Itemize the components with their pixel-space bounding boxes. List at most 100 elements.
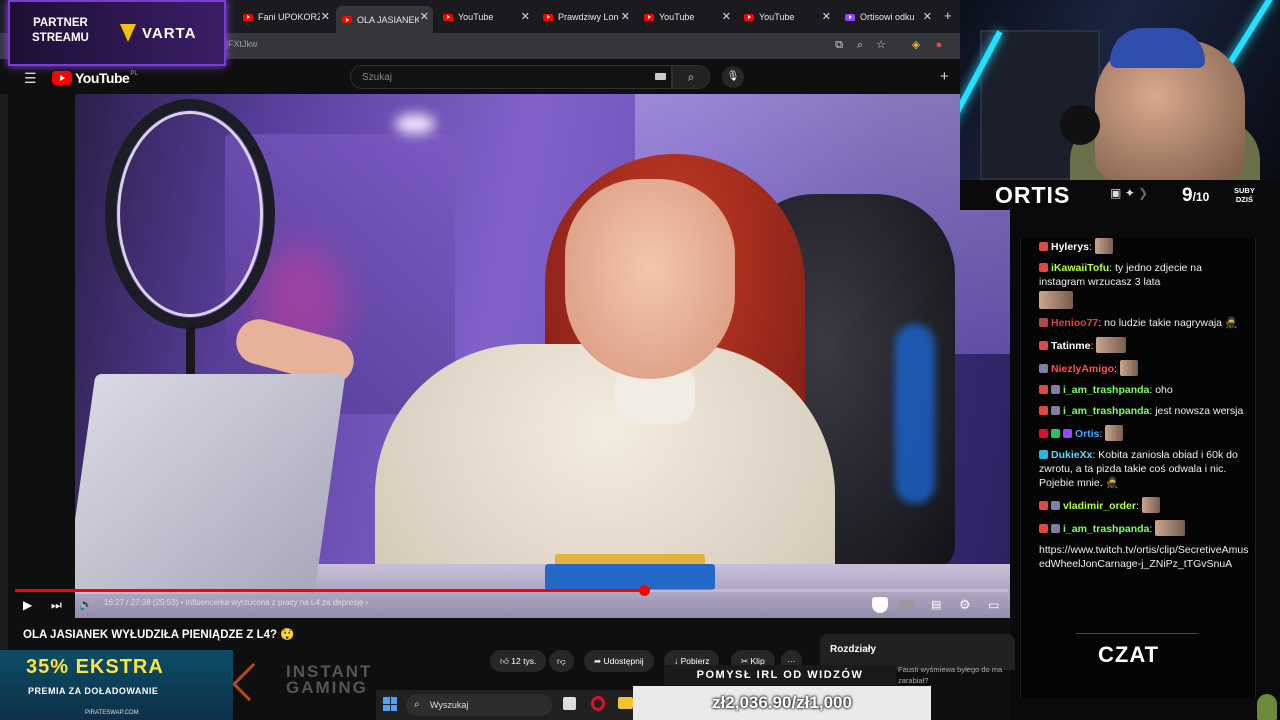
varta-v-icon bbox=[120, 24, 136, 42]
webcam-microphone bbox=[1060, 105, 1100, 145]
promo-banner: 35% EKSTRA PREMIA ZA DOŁADOWANIE PIRATES… bbox=[0, 650, 233, 720]
browser-tab[interactable]: Ortisowi odku ✕ bbox=[839, 6, 936, 28]
chat-emote-icon bbox=[1094, 238, 1113, 254]
zoom-icon[interactable]: ⌕ bbox=[852, 37, 868, 53]
video-face bbox=[565, 179, 735, 379]
chat-message: iKawaiiTofu: ty jedno zdjecie na instagr… bbox=[1039, 261, 1249, 309]
chapter-arrow-icon[interactable]: › bbox=[366, 598, 369, 607]
close-tab-icon[interactable]: ✕ bbox=[521, 10, 530, 23]
volume-icon[interactable]: 🔈 bbox=[79, 597, 93, 613]
twitch-icon bbox=[845, 13, 855, 21]
taskbar-search-label: Wyszukaj bbox=[430, 700, 469, 710]
chat-badge-icon bbox=[1051, 385, 1060, 394]
close-tab-icon[interactable]: ✕ bbox=[722, 10, 731, 23]
video-laptop bbox=[75, 374, 346, 594]
chat-message: i_am_trashpanda: oho bbox=[1039, 383, 1249, 397]
close-tab-icon[interactable]: ✕ bbox=[621, 10, 630, 23]
install-app-icon[interactable]: ⧉ bbox=[831, 37, 847, 53]
play-icon[interactable]: ▶ bbox=[23, 597, 32, 613]
varta-text: VARTA bbox=[142, 24, 197, 42]
opera-browser-icon[interactable] bbox=[591, 696, 605, 711]
new-tab-button[interactable]: + bbox=[944, 8, 952, 23]
browser-tab[interactable]: YouTube ✕ bbox=[738, 6, 835, 28]
progress-bar[interactable] bbox=[15, 585, 1008, 596]
extension-record-icon[interactable]: ● bbox=[931, 37, 947, 53]
chat-panel: Hylerys: iKawaiiTofu: ty jedno zdjecie n… bbox=[1020, 238, 1256, 698]
like-button[interactable]: 👍︎ 12 tys. bbox=[490, 650, 547, 672]
menu-hamburger-icon[interactable]: ☰ bbox=[24, 70, 37, 87]
chat-username[interactable]: i_am_trashpanda bbox=[1063, 405, 1149, 417]
extension-icon[interactable]: ◈ bbox=[908, 37, 924, 53]
keyboard-icon[interactable] bbox=[655, 73, 666, 80]
promo-headline: 35% EKSTRA bbox=[26, 656, 164, 678]
youtube-logo[interactable]: YouTube PL bbox=[52, 70, 138, 86]
progress-scrubber[interactable] bbox=[638, 585, 650, 596]
chat-username[interactable]: Hylerys bbox=[1051, 241, 1089, 253]
autoplay-toggle[interactable] bbox=[898, 600, 916, 609]
taskbar-search[interactable]: ⌕ Wyszukaj bbox=[406, 694, 552, 716]
close-tab-icon[interactable]: ✕ bbox=[822, 10, 831, 23]
chat-username[interactable]: i_am_trashpanda bbox=[1063, 523, 1149, 535]
chat-badge-icon bbox=[1063, 429, 1072, 438]
partner-text: PARTNER STREAMU bbox=[32, 16, 89, 46]
settings-gear-icon[interactable]: ⚙ bbox=[959, 597, 971, 613]
instant-gaming-logo: INSTANT GAMING bbox=[231, 662, 372, 702]
close-tab-icon[interactable]: ✕ bbox=[420, 10, 429, 23]
twitch-icon: ▣ bbox=[1110, 186, 1122, 200]
partner-banner: PARTNER STREAMU VARTA bbox=[8, 0, 226, 66]
miniplayer-icon[interactable]: ▭ bbox=[988, 597, 999, 613]
voice-search-button[interactable]: 🎙 bbox=[722, 66, 744, 88]
youtube-icon bbox=[243, 13, 253, 21]
chat-username[interactable]: Tatinme bbox=[1051, 340, 1090, 352]
time-display: 16:27 / 27:38 (25:53) • Influencerka wyr… bbox=[104, 598, 368, 607]
browser-tab-label: Prawdziwy Lon bbox=[558, 12, 619, 22]
share-button[interactable]: ➦ Udostępnij bbox=[584, 650, 654, 672]
suggested-video-title[interactable]: Fausti wyśmiewa byłego do ma zarabiał? bbox=[898, 664, 1013, 686]
video-player[interactable] bbox=[75, 94, 1010, 618]
close-tab-icon[interactable]: ✕ bbox=[321, 10, 330, 23]
chat-text: no ludzie takie nagrywaja 🥷 bbox=[1104, 317, 1239, 329]
windows-start-icon[interactable] bbox=[383, 697, 397, 711]
create-icon[interactable]: + bbox=[940, 68, 949, 85]
youtube-icon bbox=[744, 13, 754, 21]
browser-tab-label: Ortisowi odku bbox=[860, 12, 915, 22]
chat-text: https://www.twitch.tv/ortis/clip/Secreti… bbox=[1039, 544, 1249, 570]
browser-tab[interactable]: Prawdziwy Lon ✕ bbox=[537, 6, 634, 28]
browser-tab-label: YouTube bbox=[458, 12, 494, 22]
chat-username[interactable]: NiezlyAmigo bbox=[1051, 363, 1114, 375]
search-input[interactable]: Szukaj bbox=[350, 65, 672, 89]
chapter-title[interactable]: • Influencerka wyrzucona z pracy na L4 z… bbox=[181, 598, 364, 607]
video-lamp bbox=[395, 114, 435, 134]
chat-username[interactable]: vladimir_order bbox=[1063, 500, 1136, 512]
chat-emote-icon bbox=[1155, 520, 1186, 536]
search-button[interactable]: ⌕ bbox=[672, 65, 710, 89]
shield-icon[interactable] bbox=[872, 597, 888, 613]
browser-tab[interactable]: YouTube ✕ bbox=[638, 6, 735, 28]
chat-username[interactable]: DukieXx bbox=[1051, 449, 1092, 461]
close-tab-icon[interactable]: ✕ bbox=[923, 10, 932, 23]
chat-username[interactable]: Henioo77 bbox=[1051, 317, 1098, 329]
chat-badge-icon bbox=[1039, 242, 1048, 251]
subs-count: 9 bbox=[1182, 185, 1193, 206]
next-icon[interactable]: ⏭ bbox=[51, 597, 62, 613]
chat-username[interactable]: Ortis bbox=[1075, 428, 1100, 440]
chat-divider bbox=[1076, 633, 1198, 634]
browser-tab[interactable]: YouTube ✕ bbox=[437, 6, 534, 28]
mascot-icon bbox=[1257, 694, 1277, 720]
browser-tab[interactable]: OLA JASIANEK ✕ bbox=[336, 6, 433, 33]
dislike-button[interactable]: 👎︎ bbox=[549, 650, 574, 672]
url-text[interactable]: jFXtJkw bbox=[226, 39, 258, 49]
chat-separator: : bbox=[1114, 363, 1120, 375]
chat-username[interactable]: i_am_trashpanda bbox=[1063, 384, 1149, 396]
browser-tab[interactable]: Fani UPOKORZ ✕ bbox=[237, 6, 334, 28]
chat-message-list: Hylerys: iKawaiiTofu: ty jedno zdjecie n… bbox=[1039, 238, 1249, 578]
bookmark-star-icon[interactable]: ☆ bbox=[873, 37, 889, 53]
chat-badge-icon bbox=[1039, 385, 1048, 394]
search-icon: ⌕ bbox=[687, 70, 695, 84]
file-explorer-icon[interactable] bbox=[618, 697, 633, 709]
video-title: OLA JASIANEK WYŁUDZIŁA PIENIĄDZE Z L4? 😲 bbox=[23, 629, 295, 641]
chat-username[interactable]: iKawaiiTofu bbox=[1051, 262, 1109, 274]
task-view-icon[interactable] bbox=[563, 697, 576, 710]
subtitles-icon[interactable]: ▤ bbox=[931, 597, 941, 613]
share-label: Udostępnij bbox=[603, 656, 644, 666]
